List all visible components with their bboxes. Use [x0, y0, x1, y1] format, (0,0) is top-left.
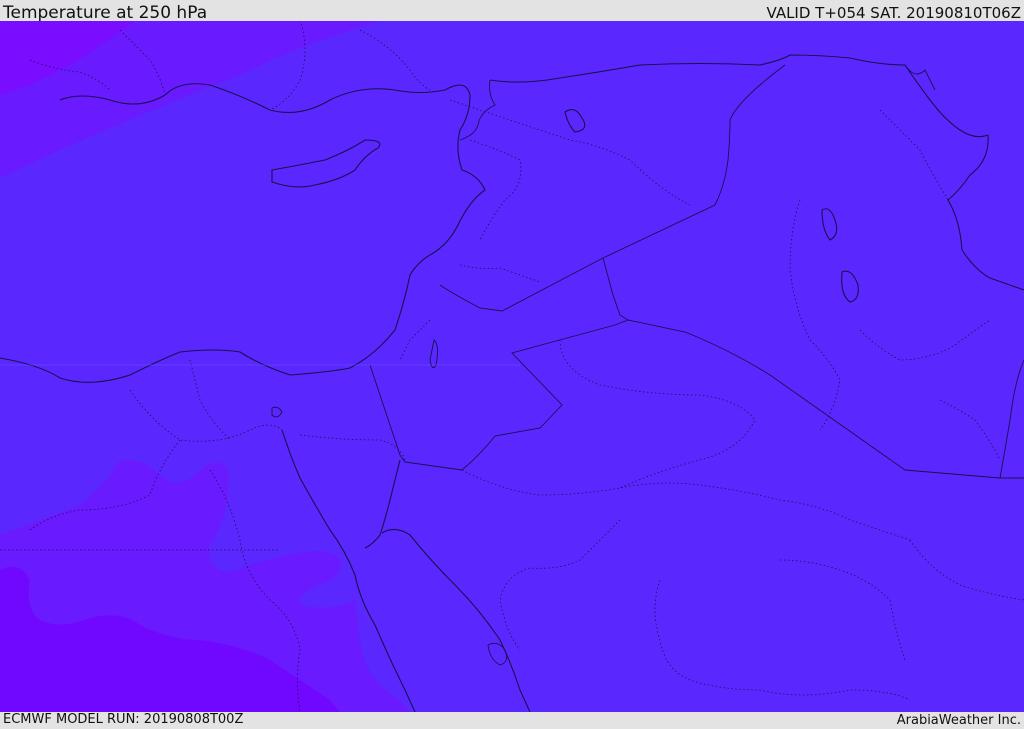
- valid-time-label: VALID T+054 SAT. 20190810T06Z: [766, 4, 1021, 22]
- map-viewer: Temperature at 250 hPa VALID T+054 SAT. …: [0, 0, 1024, 729]
- temperature-map: [0, 21, 1024, 712]
- map-title: Temperature at 250 hPa: [3, 3, 208, 23]
- credit-label: ArabiaWeather Inc.: [896, 713, 1021, 728]
- header-bar: Temperature at 250 hPa VALID T+054 SAT. …: [0, 0, 1024, 23]
- model-run-label: ECMWF MODEL RUN: 20190808T00Z: [3, 712, 244, 727]
- footer-bar: ECMWF MODEL RUN: 20190808T00Z ArabiaWeat…: [0, 712, 1024, 729]
